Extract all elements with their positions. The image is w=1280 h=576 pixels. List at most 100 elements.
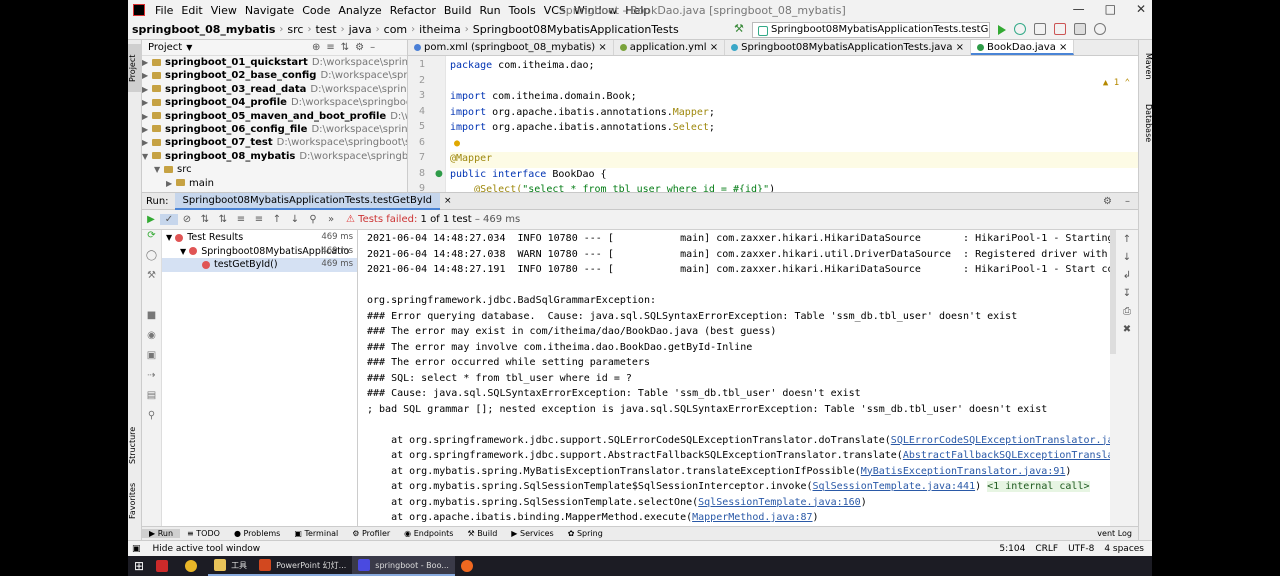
profile-icon[interactable] — [1054, 23, 1066, 35]
exit-icon[interactable]: ⇢ — [142, 370, 161, 390]
maximize-icon[interactable]: □ — [1105, 2, 1116, 16]
source-link[interactable]: MapperMethod.java:87 — [692, 512, 812, 523]
tree-item-module[interactable]: ▶ springboot_07_test D:\workspace\springbo… — [142, 136, 407, 149]
event-log-tab[interactable]: vent Log — [1097, 529, 1132, 538]
implemented-icon[interactable]: ● — [435, 169, 443, 179]
tool-tab-services[interactable]: ▶ Services — [504, 529, 560, 538]
source-link[interactable]: SQLErrorCodeSQLExceptionTranslator.java:… — [891, 435, 1110, 446]
print-icon[interactable]: ⎙ — [1116, 306, 1138, 324]
favorites-tool-tab[interactable]: Favorites — [128, 476, 142, 526]
caret-position[interactable]: 5:104 — [999, 544, 1025, 554]
taskbar-app[interactable]: springboot - Boo... — [352, 556, 455, 576]
collapse-all-icon[interactable]: ≡ — [250, 214, 268, 225]
tool-tab-terminal[interactable]: ▣ Terminal — [287, 529, 345, 538]
tool-tab-problems[interactable]: ● Problems — [227, 529, 287, 538]
tool-tab-build[interactable]: ⚒ Build — [460, 529, 504, 538]
search-icon[interactable] — [1094, 23, 1106, 35]
tab-application-yml[interactable]: application.yml × — [614, 40, 726, 55]
restore-layout-icon[interactable]: ▣ — [142, 350, 161, 370]
layout-icon[interactable]: ▤ — [142, 390, 161, 410]
up-arrow-icon[interactable]: ↑ — [1116, 234, 1138, 252]
down-arrow-icon[interactable]: ↓ — [1116, 252, 1138, 270]
taskbar-app[interactable] — [179, 556, 208, 576]
structure-tool-tab[interactable]: Structure — [128, 420, 142, 470]
run-tab[interactable]: Springboot08MybatisApplicationTests.test… — [174, 192, 441, 210]
hammer-icon[interactable]: ⚒ — [734, 22, 744, 35]
source-link[interactable]: SqlSessionTemplate.java:441 — [813, 481, 976, 492]
toggle-toolwindows-icon[interactable]: ▣ — [132, 544, 141, 554]
taskbar-app[interactable] — [455, 556, 484, 576]
next-failed-icon[interactable]: ↓ — [286, 214, 304, 225]
maven-tool-tab[interactable]: Maven — [1139, 46, 1152, 86]
database-tool-tab[interactable]: Database — [1139, 98, 1152, 148]
expand-icon[interactable]: ⇅ — [341, 42, 349, 53]
menu-run[interactable]: Run — [476, 4, 505, 17]
line-separator[interactable]: CRLF — [1035, 544, 1058, 554]
tool-tab-todo[interactable]: ≡ TODO — [180, 529, 227, 538]
breadcrumb-com[interactable]: com — [380, 23, 412, 36]
show-ignored-icon[interactable]: ⊘ — [178, 214, 196, 225]
project-tool-tab[interactable]: Project — [128, 44, 142, 92]
stop-icon[interactable] — [1074, 23, 1086, 35]
tab-pom-xml[interactable]: pom.xml (springboot_08_mybatis) × — [408, 40, 614, 55]
menu-edit[interactable]: Edit — [177, 4, 206, 17]
source-link[interactable]: AbstractFallbackSQLExceptionTranslator. — [903, 450, 1110, 461]
menu-navigate[interactable]: Navigate — [241, 4, 298, 17]
close-tab-icon[interactable]: × — [444, 196, 452, 206]
breadcrumb-class[interactable]: Springboot08MybatisApplicationTests — [469, 23, 683, 36]
prev-failed-icon[interactable]: ↑ — [268, 214, 286, 225]
camera-icon[interactable]: ◉ — [142, 330, 161, 350]
sort-duration-icon[interactable]: ⇅ — [214, 214, 232, 225]
search-icon[interactable]: ⚲ — [304, 214, 322, 225]
console-output[interactable]: 2021-06-04 14:48:27.034 INFO 10780 --- [… — [358, 230, 1110, 526]
test-node-class[interactable]: ▼ Springboot08MybatisApplicatio 469 ms — [162, 245, 357, 259]
locate-icon[interactable]: ⊕ — [312, 42, 320, 53]
trash-icon[interactable]: ✖ — [1116, 324, 1138, 342]
debug-icon[interactable] — [1014, 23, 1026, 35]
tree-item-main[interactable]: ▶ main — [142, 177, 407, 190]
breadcrumb-itheima[interactable]: itheima — [415, 23, 465, 36]
tool-tab-spring[interactable]: ✿ Spring — [561, 529, 610, 538]
run-icon[interactable] — [998, 25, 1006, 35]
tool-tab-endpoints[interactable]: ◉ Endpoints — [397, 529, 460, 538]
tab-bookdao-java[interactable]: BookDao.java × — [971, 40, 1075, 55]
file-encoding[interactable]: UTF-8 — [1068, 544, 1094, 554]
more-icon[interactable]: » — [322, 214, 340, 225]
collapse-all-icon[interactable]: ≡ — [326, 42, 334, 53]
tool-tab-run[interactable]: ▶ Run — [142, 529, 181, 538]
tree-item-module[interactable]: ▶ springboot_03_read_data D:\workspace\spr… — [142, 83, 407, 96]
source-link[interactable]: MyBatisExceptionTranslator.java:91 — [861, 466, 1066, 477]
settings-icon[interactable]: ⚙ — [355, 42, 364, 53]
breadcrumb-project[interactable]: springboot_08_mybatis — [128, 23, 279, 36]
tab-tests-java[interactable]: Springboot08MybatisApplicationTests.java… — [725, 40, 972, 55]
menu-code[interactable]: Code — [298, 4, 334, 17]
tree-item-module[interactable]: ▶ springboot_01_quickstart D:\workspace\sp… — [142, 56, 407, 69]
code-area[interactable]: package com.itheima.dao; import com.ithe… — [450, 56, 1138, 195]
tree-item-module[interactable]: ▶ springboot_05_maven_and_boot_profile D:\… — [142, 110, 407, 123]
taskbar-app[interactable]: PowerPoint 幻灯... — [253, 556, 353, 576]
stop-icon[interactable]: ■ — [142, 310, 161, 330]
breadcrumb-test[interactable]: test — [311, 23, 340, 36]
test-node-root[interactable]: ▼ Test Results 469 ms — [162, 231, 357, 245]
wrench-icon[interactable]: ⚒ — [142, 270, 161, 290]
expand-all-icon[interactable]: ≡ — [232, 214, 250, 225]
tree-item-module[interactable]: ▼ springboot_08_mybatis D:\workspace\sprin… — [142, 150, 407, 163]
scroll-to-end-icon[interactable]: ↧ — [1116, 288, 1138, 306]
inspection-warning-badge[interactable]: ▲ 1 ⌃ — [1103, 78, 1130, 88]
gear-icon[interactable]: ⚙ — [1103, 196, 1112, 207]
indent-setting[interactable]: 4 spaces — [1104, 544, 1144, 554]
lightbulb-icon[interactable]: ● — [454, 136, 460, 152]
source-link[interactable]: SqlSessionTemplate.java:160 — [698, 497, 861, 508]
test-node-method[interactable]: testGetById() 469 ms — [162, 258, 357, 272]
pin-icon[interactable]: ⚲ — [142, 410, 161, 430]
taskbar-app[interactable] — [150, 556, 179, 576]
tree-item-src[interactable]: ▼ src — [142, 163, 407, 176]
soft-wrap-icon[interactable]: ↲ — [1116, 270, 1138, 288]
toggle-auto-test-icon[interactable]: ◯ — [142, 250, 161, 270]
start-button[interactable]: ⊞ — [128, 556, 150, 576]
breadcrumb-src[interactable]: src — [283, 23, 307, 36]
rerun-icon[interactable]: ▶ — [142, 214, 160, 225]
tree-item-module[interactable]: ▶ springboot_02_base_config D:\workspace\s… — [142, 69, 407, 82]
tree-item-module[interactable]: ▶ springboot_06_config_file D:\workspace\s… — [142, 123, 407, 136]
hide-icon[interactable]: – — [1125, 196, 1130, 207]
